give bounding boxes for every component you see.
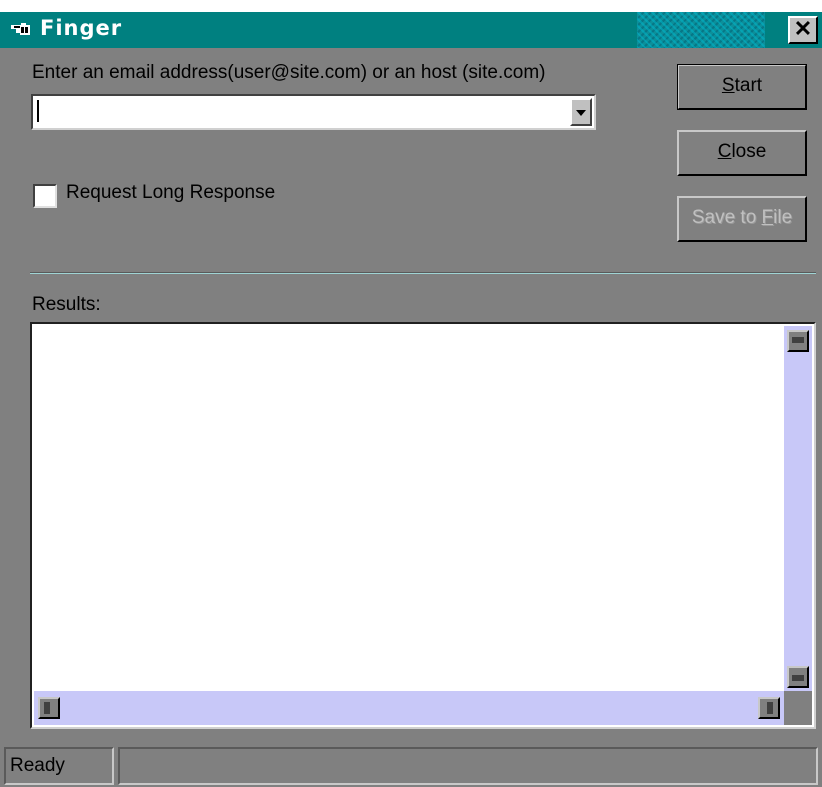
- close-window-button[interactable]: ✕: [788, 16, 818, 44]
- scrollbar-corner: [784, 691, 812, 725]
- results-text-area[interactable]: [34, 326, 784, 690]
- save-accelerator: F: [761, 207, 774, 228]
- pointing-hand-icon: [11, 23, 30, 35]
- dropdown-arrow-icon[interactable]: [570, 98, 592, 126]
- long-response-checkbox[interactable]: [33, 184, 57, 208]
- close-label-post: lose: [731, 141, 767, 162]
- text-caret: [37, 100, 39, 122]
- save-label-pre: Save to: [691, 207, 762, 228]
- status-text: Ready: [4, 747, 114, 785]
- status-secondary: [118, 747, 818, 785]
- scroll-up-icon[interactable]: [787, 330, 809, 352]
- save-label-post: ile: [773, 207, 793, 228]
- separator-line: [30, 272, 816, 274]
- address-combobox[interactable]: [31, 94, 596, 130]
- horizontal-scrollbar[interactable]: [34, 691, 784, 725]
- status-bar: Ready: [0, 742, 822, 787]
- window-title: Finger: [40, 16, 123, 40]
- close-accelerator: C: [717, 141, 732, 162]
- address-label: Enter an email address(user@site.com) or…: [32, 62, 546, 83]
- start-accelerator: S: [721, 75, 735, 96]
- scroll-down-icon[interactable]: [787, 666, 809, 688]
- address-input[interactable]: [35, 98, 571, 126]
- finger-window: Finger ✕ Enter an email address(user@sit…: [0, 12, 822, 787]
- save-to-file-button[interactable]: Save to File: [677, 196, 807, 242]
- results-label: Results:: [32, 294, 101, 315]
- title-bar[interactable]: Finger ✕: [0, 12, 822, 48]
- vertical-scrollbar[interactable]: [784, 326, 812, 692]
- start-label-post: tart: [734, 75, 763, 96]
- results-panel: [30, 322, 816, 729]
- scroll-left-icon[interactable]: [38, 697, 60, 719]
- title-bar-pattern: [637, 12, 765, 48]
- scroll-right-icon[interactable]: [758, 697, 780, 719]
- start-button[interactable]: Start: [677, 64, 807, 110]
- close-button[interactable]: Close: [677, 130, 807, 176]
- top-strip: [0, 0, 822, 12]
- close-icon: ✕: [793, 16, 813, 41]
- long-response-label[interactable]: Request Long Response: [66, 182, 275, 204]
